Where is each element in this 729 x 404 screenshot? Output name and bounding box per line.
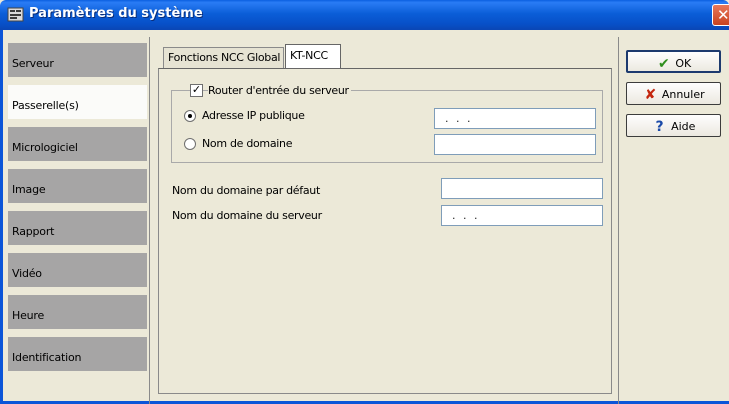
close-icon: ✕ [717, 6, 729, 24]
public-ip-label: Adresse IP publique [202, 109, 305, 122]
sidebar-item-label: Vidéo [12, 267, 42, 280]
ok-button[interactable]: ✔ OK [626, 50, 721, 73]
cancel-button-label: Annuler [661, 88, 705, 101]
tab-label: KT-NCC [290, 49, 328, 62]
help-button[interactable]: ? Aide [626, 114, 721, 137]
sidebar-item-label: Serveur [12, 57, 54, 70]
sidebar-item-label: Micrologiciel [12, 141, 78, 154]
default-domain-label: Nom du domaine par défaut [172, 184, 320, 197]
question-icon: ? [655, 119, 664, 135]
cancel-button[interactable]: ✘ Annuler [626, 82, 721, 105]
title-bar[interactable]: Paramètres du système ✕ [0, 0, 729, 30]
help-button-label: Aide [671, 120, 696, 133]
sidebar-item-label: Identification [12, 351, 82, 364]
sidebar-item-passerelles[interactable]: Passerelle(s) [8, 85, 147, 123]
close-button[interactable]: ✕ [712, 4, 729, 26]
router-checkbox-label: Router d'entrée du serveur [208, 84, 351, 97]
x-icon: ✘ [644, 87, 657, 103]
domain-name-radio[interactable] [184, 138, 196, 150]
public-ip-radio[interactable] [184, 110, 196, 122]
router-checkbox[interactable]: ✓ [190, 84, 203, 97]
sidebar-item-label: Rapport [12, 225, 55, 238]
tab-kt-ncc[interactable]: KT-NCC [285, 44, 341, 69]
sidebar-item-serveur[interactable]: Serveur [8, 43, 147, 81]
server-domain-label: Nom du domaine du serveur [172, 209, 322, 222]
tab-fonctions-ncc-global[interactable]: Fonctions NCC Global [163, 47, 284, 69]
domain-name-label: Nom de domaine [202, 137, 293, 150]
sidebar-item-rapport[interactable]: Rapport [8, 211, 147, 249]
sidebar-item-micrologiciel[interactable]: Micrologiciel [8, 127, 147, 165]
domain-name-input[interactable] [434, 134, 596, 155]
window-title: Paramètres du système [29, 6, 203, 21]
sidebar-item-heure[interactable]: Heure [8, 295, 147, 333]
settings-app-icon [7, 7, 24, 22]
server-domain-input[interactable]: . . . [441, 205, 603, 226]
public-ip-input[interactable]: . . . [434, 108, 596, 129]
sidebar-item-label: Heure [12, 309, 45, 322]
buttons-divider [618, 37, 619, 404]
check-icon: ✔ [657, 56, 670, 72]
sidebar-divider [149, 37, 150, 404]
sidebar-item-label: Image [12, 183, 46, 196]
sidebar-item-label: Passerelle(s) [12, 99, 79, 112]
sidebar-item-video[interactable]: Vidéo [8, 253, 147, 291]
ok-button-label: OK [675, 57, 692, 70]
default-domain-input[interactable] [441, 178, 603, 199]
sidebar-item-identification[interactable]: Identification [8, 337, 147, 371]
sidebar-item-image[interactable]: Image [8, 169, 147, 207]
tab-label: Fonctions NCC Global [168, 51, 281, 64]
